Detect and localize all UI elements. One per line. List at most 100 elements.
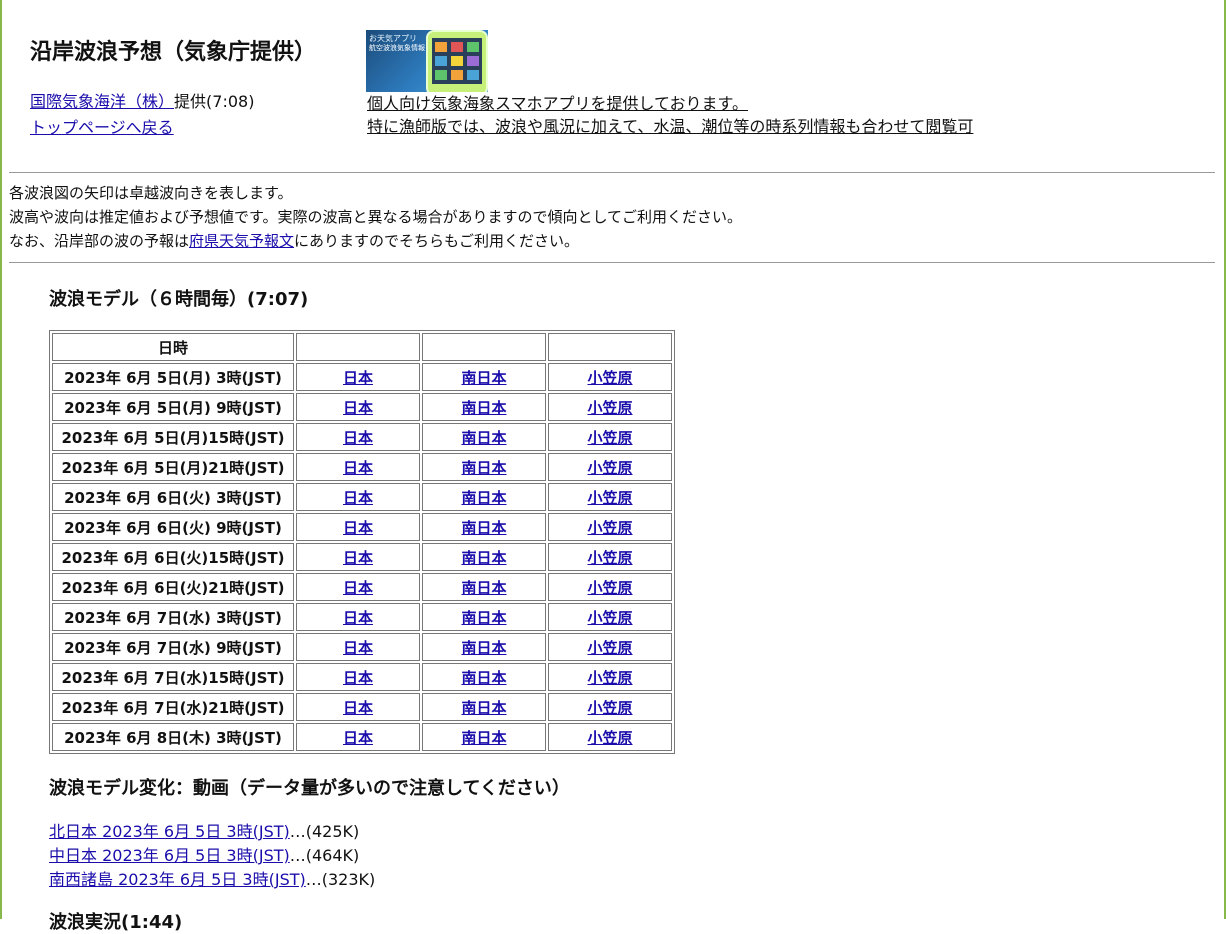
table-header-row: 日時 — [52, 333, 672, 361]
japan-map-link[interactable]: 日本 — [343, 609, 373, 627]
table-row: 2023年 6月 6日(火) 9時(JST) 日本 南日本 小笠原 — [52, 513, 672, 541]
note-line-3-suffix: にありますのでそちらもご利用ください。 — [294, 232, 580, 250]
link-cell: 小笠原 — [548, 723, 672, 751]
ogasawara-map-link[interactable]: 小笠原 — [587, 519, 632, 537]
app-banner-image[interactable]: お天気アプリ 航空波浪気象情報 — [366, 30, 488, 92]
south-japan-map-link[interactable]: 南日本 — [461, 459, 506, 477]
table-row: 2023年 6月 5日(月) 3時(JST) 日本 南日本 小笠原 — [52, 363, 672, 391]
link-cell: 南日本 — [422, 513, 546, 541]
datetime-cell: 2023年 6月 7日(水) 3時(JST) — [52, 603, 294, 631]
south-japan-map-link[interactable]: 南日本 — [461, 519, 506, 537]
south-japan-map-link[interactable]: 南日本 — [461, 579, 506, 597]
japan-map-link[interactable]: 日本 — [343, 459, 373, 477]
animation-link-north[interactable]: 北日本 2023年 6月 5日 3時(JST) — [49, 822, 290, 841]
note-line-1: 各波浪図の矢印は卓越波向きを表します。 — [9, 184, 293, 202]
list-item: 南西諸島 2023年 6月 5日 3時(JST)…(323K) — [49, 868, 375, 892]
south-japan-map-link[interactable]: 南日本 — [461, 699, 506, 717]
link-cell: 日本 — [296, 483, 420, 511]
south-japan-map-link[interactable]: 南日本 — [461, 549, 506, 567]
link-cell: 南日本 — [422, 483, 546, 511]
page-title: 沿岸波浪予想（気象庁提供） — [30, 40, 317, 65]
app-promo-link-1[interactable]: 個人向け気象海象スマホアプリを提供しております。 — [367, 94, 748, 114]
provider-link[interactable]: 国際気象海洋（株） — [30, 92, 174, 111]
link-cell: 小笠原 — [548, 423, 672, 451]
link-cell: 小笠原 — [548, 363, 672, 391]
datetime-cell: 2023年 6月 6日(火) 3時(JST) — [52, 483, 294, 511]
japan-map-link[interactable]: 日本 — [343, 519, 373, 537]
south-japan-map-link[interactable]: 南日本 — [461, 729, 506, 747]
link-cell: 南日本 — [422, 663, 546, 691]
japan-map-link[interactable]: 日本 — [343, 639, 373, 657]
link-cell: 日本 — [296, 693, 420, 721]
ogasawara-map-link[interactable]: 小笠原 — [587, 699, 632, 717]
animation-link-nansei[interactable]: 南西諸島 2023年 6月 5日 3時(JST) — [49, 870, 306, 889]
japan-map-link[interactable]: 日本 — [343, 669, 373, 687]
animation-link-central[interactable]: 中日本 2023年 6月 5日 3時(JST) — [49, 846, 290, 865]
animation-title: 波浪モデル変化：動画（データ量が多いので注意してください） — [49, 778, 570, 799]
wave-model-table: 日時 2023年 6月 5日(月) 3時(JST) 日本 南日本 小笠原 2023年 6… — [49, 330, 675, 754]
animation-list: 北日本 2023年 6月 5日 3時(JST)…(425K) 中日本 2023年… — [49, 820, 375, 892]
ogasawara-map-link[interactable]: 小笠原 — [587, 729, 632, 747]
ogasawara-map-link[interactable]: 小笠原 — [587, 669, 632, 687]
link-cell: 日本 — [296, 513, 420, 541]
animation-size: …(464K) — [289, 846, 360, 865]
link-cell: 南日本 — [422, 543, 546, 571]
japan-map-link[interactable]: 日本 — [343, 699, 373, 717]
datetime-cell: 2023年 6月 7日(水)21時(JST) — [52, 693, 294, 721]
datetime-cell: 2023年 6月 5日(月)15時(JST) — [52, 423, 294, 451]
note-line-3: なお、沿岸部の波の予報は府県天気予報文にありますのでそちらもご利用ください。 — [9, 231, 579, 251]
link-cell: 南日本 — [422, 693, 546, 721]
japan-map-link[interactable]: 日本 — [343, 399, 373, 417]
ogasawara-map-link[interactable]: 小笠原 — [587, 399, 632, 417]
japan-map-link[interactable]: 日本 — [343, 549, 373, 567]
prefecture-forecast-link[interactable]: 府県天気予報文 — [189, 232, 294, 250]
animation-size: …(425K) — [289, 822, 360, 841]
japan-map-link[interactable]: 日本 — [343, 579, 373, 597]
south-japan-map-link[interactable]: 南日本 — [461, 429, 506, 447]
top-page-link[interactable]: トップページへ戻る — [30, 114, 174, 138]
ogasawara-map-link[interactable]: 小笠原 — [587, 609, 632, 627]
link-cell: 小笠原 — [548, 603, 672, 631]
list-item: 中日本 2023年 6月 5日 3時(JST)…(464K) — [49, 844, 375, 868]
link-cell: 小笠原 — [548, 513, 672, 541]
link-cell: 日本 — [296, 723, 420, 751]
ogasawara-map-link[interactable]: 小笠原 — [587, 429, 632, 447]
provider-line: 国際気象海洋（株）提供(7:08) — [30, 90, 254, 114]
link-cell: 南日本 — [422, 573, 546, 601]
south-japan-map-link[interactable]: 南日本 — [461, 669, 506, 687]
south-japan-map-link[interactable]: 南日本 — [461, 399, 506, 417]
link-cell: 小笠原 — [548, 693, 672, 721]
japan-map-link[interactable]: 日本 — [343, 489, 373, 507]
ogasawara-map-link[interactable]: 小笠原 — [587, 639, 632, 657]
empty-header-cell — [548, 333, 672, 361]
empty-header-cell — [296, 333, 420, 361]
japan-map-link[interactable]: 日本 — [343, 729, 373, 747]
south-japan-map-link[interactable]: 南日本 — [461, 609, 506, 627]
link-cell: 南日本 — [422, 453, 546, 481]
ogasawara-map-link[interactable]: 小笠原 — [587, 549, 632, 567]
ogasawara-map-link[interactable]: 小笠原 — [587, 579, 632, 597]
south-japan-map-link[interactable]: 南日本 — [461, 489, 506, 507]
datetime-cell: 2023年 6月 5日(月)21時(JST) — [52, 453, 294, 481]
link-cell: 日本 — [296, 633, 420, 661]
datetime-cell: 2023年 6月 7日(水) 9時(JST) — [52, 633, 294, 661]
divider-top — [9, 172, 1215, 173]
japan-map-link[interactable]: 日本 — [343, 429, 373, 447]
link-cell: 南日本 — [422, 423, 546, 451]
page-frame-left — [0, 0, 2, 919]
note-line-3-prefix: なお、沿岸部の波の予報は — [9, 232, 190, 250]
link-cell: 小笠原 — [548, 573, 672, 601]
table-row: 2023年 6月 5日(月) 9時(JST) 日本 南日本 小笠原 — [52, 393, 672, 421]
ogasawara-map-link[interactable]: 小笠原 — [587, 459, 632, 477]
south-japan-map-link[interactable]: 南日本 — [461, 639, 506, 657]
table-row: 2023年 6月 6日(火)15時(JST) 日本 南日本 小笠原 — [52, 543, 672, 571]
datetime-cell: 2023年 6月 8日(木) 3時(JST) — [52, 723, 294, 751]
app-promo-link-2[interactable]: 特に漁師版では、波浪や風況に加えて、水温、潮位等の時系列情報も合わせて閲覧可 — [367, 117, 973, 137]
ogasawara-map-link[interactable]: 小笠原 — [587, 489, 632, 507]
ogasawara-map-link[interactable]: 小笠原 — [587, 369, 632, 387]
japan-map-link[interactable]: 日本 — [343, 369, 373, 387]
table-row: 2023年 6月 6日(火) 3時(JST) 日本 南日本 小笠原 — [52, 483, 672, 511]
south-japan-map-link[interactable]: 南日本 — [461, 369, 506, 387]
smartphone-icon — [426, 30, 488, 92]
link-cell: 南日本 — [422, 633, 546, 661]
